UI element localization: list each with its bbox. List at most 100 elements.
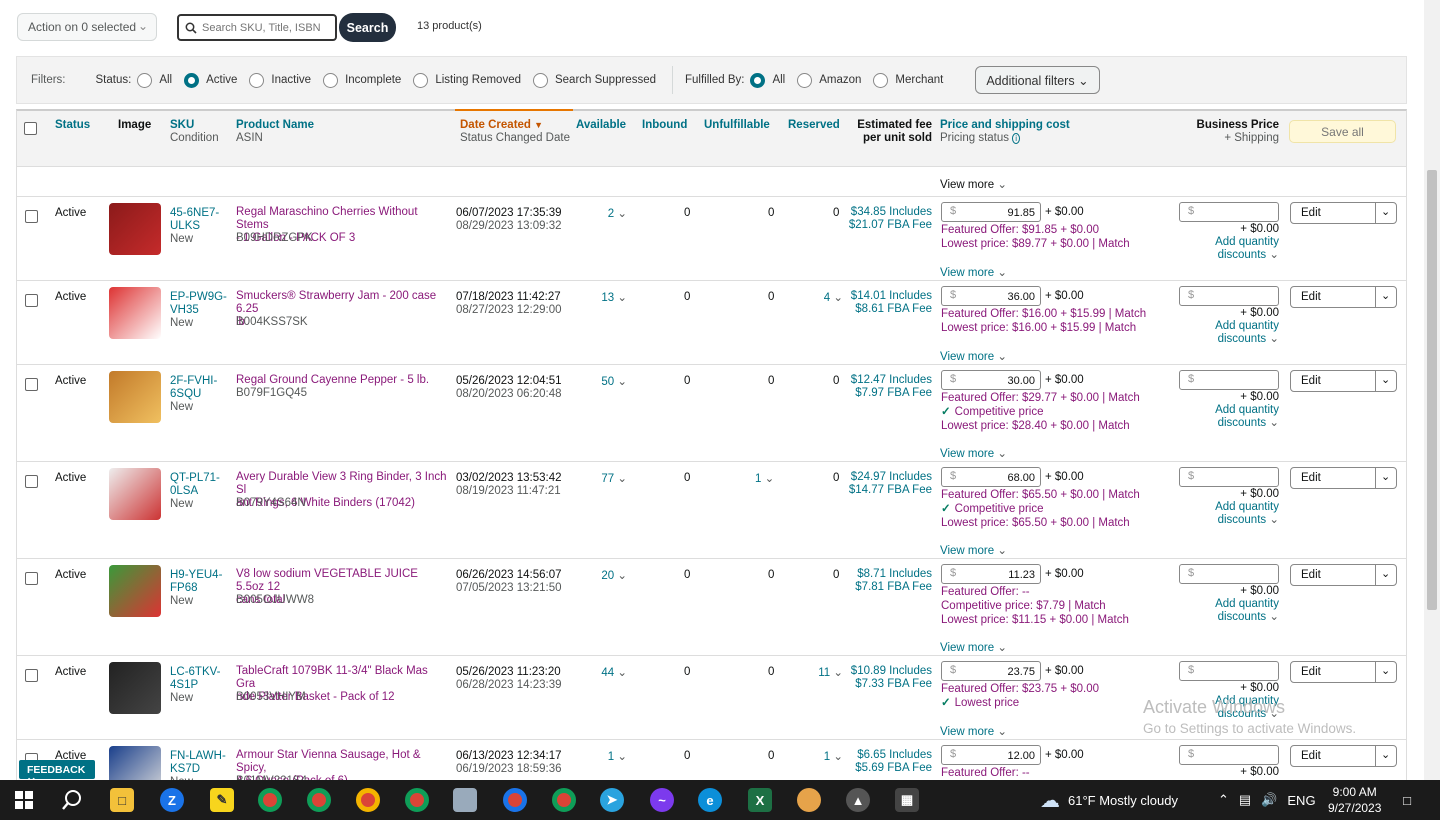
edit-menu-chevron-icon[interactable]: ⌄ [1381, 567, 1390, 580]
view-more-link[interactable]: View more ⌄ [940, 267, 1007, 280]
add-quantity-discounts-link[interactable]: Add quantity discounts ⌄ [1197, 501, 1279, 527]
zalo-icon[interactable]: Z [160, 788, 184, 812]
col-available[interactable]: Available [576, 119, 626, 132]
view-more-link[interactable]: View more ⌄ [940, 448, 1007, 461]
view-more-link[interactable]: View more ⌄ [940, 545, 1007, 558]
product-image[interactable] [109, 371, 161, 423]
search-icon[interactable] [60, 788, 84, 812]
chrome-profile-icon[interactable] [405, 788, 429, 812]
edit-button[interactable]: Edit ⌄ [1290, 467, 1397, 489]
business-price-input[interactable]: $ [1179, 202, 1279, 222]
price-input[interactable]: $12.00 [941, 745, 1041, 765]
view-more-link[interactable]: View more ⌄ [940, 726, 1007, 739]
available-qty[interactable]: 13 ⌄ [577, 292, 627, 305]
edit-menu-chevron-icon[interactable]: ⌄ [1381, 748, 1390, 761]
status-radio-incomplete[interactable]: Incomplete [323, 72, 401, 88]
add-quantity-discounts-link[interactable]: Add quantity discounts ⌄ [1197, 320, 1279, 346]
status-radio-inactive[interactable]: Inactive [249, 72, 311, 88]
edit-menu-chevron-icon[interactable]: ⌄ [1381, 289, 1390, 302]
add-quantity-discounts-link[interactable]: Add quantity discounts ⌄ [1197, 236, 1279, 262]
product-image[interactable] [109, 746, 161, 780]
business-price-input[interactable]: $ [1179, 661, 1279, 681]
edit-button[interactable]: Edit ⌄ [1290, 745, 1397, 767]
scrollbar-thumb[interactable] [1427, 170, 1437, 610]
sku-link[interactable]: FN-LAWH- KS7D [170, 750, 226, 776]
price-input[interactable]: $36.00 [941, 286, 1041, 306]
price-input[interactable]: $91.85 [941, 202, 1041, 222]
sku-link[interactable]: 2F-FVHI- 6SQU [170, 375, 217, 401]
col-product-name[interactable]: Product Name ASIN [236, 119, 314, 145]
search-input[interactable] [202, 21, 327, 34]
business-price-input[interactable]: $ [1179, 286, 1279, 306]
product-image[interactable] [109, 662, 161, 714]
bulk-action-dropdown[interactable]: Action on 0 selected ⌄ [17, 13, 157, 41]
page-scrollbar[interactable] [1424, 0, 1440, 780]
fulfilled-radio-all[interactable]: All [750, 72, 785, 88]
product-image[interactable] [109, 203, 161, 255]
row-checkbox[interactable] [25, 572, 38, 585]
col-price-shipping[interactable]: Price and shipping cost Pricing status i [940, 119, 1070, 145]
status-radio-search-suppressed[interactable]: Search Suppressed [532, 72, 656, 88]
row-checkbox[interactable] [25, 210, 38, 223]
photos-icon[interactable]: ▲ [846, 788, 870, 812]
weather-widget[interactable]: ☁ 61°F Mostly cloudy [1040, 780, 1178, 820]
network-icon[interactable]: ▤ [1239, 792, 1251, 808]
sku-link[interactable]: QT-PL71- 0LSA [170, 472, 220, 498]
sku-link[interactable]: EP-PW9G- VH35 [170, 291, 227, 317]
view-more-link[interactable]: View more ⌄ [940, 179, 1007, 192]
edit-button[interactable]: Edit ⌄ [1290, 564, 1397, 586]
edit-menu-chevron-icon[interactable]: ⌄ [1381, 470, 1390, 483]
chrome-icon[interactable] [258, 788, 282, 812]
chrome-profile-icon[interactable] [552, 788, 576, 812]
business-price-input[interactable]: $ [1179, 564, 1279, 584]
app-icon[interactable] [797, 788, 821, 812]
col-status[interactable]: Status [55, 119, 90, 132]
product-name-link[interactable]: Regal Ground Cayenne Pepper - 5 lb. [236, 374, 448, 387]
available-qty[interactable]: 77 ⌄ [577, 473, 627, 486]
search-field[interactable] [177, 14, 337, 41]
available-qty[interactable]: 1 ⌄ [577, 751, 627, 764]
col-date-created[interactable]: Date Created ▼ Status Changed Date [460, 119, 570, 145]
view-more-link[interactable]: View more ⌄ [940, 642, 1007, 655]
row-checkbox[interactable] [25, 378, 38, 391]
row-checkbox[interactable] [25, 294, 38, 307]
edit-menu-chevron-icon[interactable]: ⌄ [1381, 373, 1390, 386]
volume-icon[interactable]: 🔊 [1261, 792, 1277, 808]
search-button[interactable]: Search [339, 13, 396, 42]
clock[interactable]: 9:00 AM 9/27/2023 [1328, 780, 1381, 820]
app-icon[interactable] [453, 788, 477, 812]
sku-link[interactable]: 45-6NE7- ULKS [170, 207, 219, 233]
product-image[interactable] [109, 565, 161, 617]
col-inbound[interactable]: Inbound [642, 119, 687, 132]
telegram-icon[interactable]: ➤ [600, 788, 624, 812]
estimated-fee-link[interactable]: $34.85 Includes $21.07 FBA Fee [839, 206, 932, 232]
edit-menu-chevron-icon[interactable]: ⌄ [1381, 664, 1390, 677]
available-qty[interactable]: 50 ⌄ [577, 376, 627, 389]
fulfilled-radio-merchant[interactable]: Merchant [873, 72, 943, 88]
windows-start-icon[interactable] [12, 788, 36, 812]
available-qty[interactable]: 2 ⌄ [577, 208, 627, 221]
estimated-fee-link[interactable]: $10.89 Includes $7.33 FBA Fee [839, 665, 932, 691]
business-price-input[interactable]: $ [1179, 745, 1279, 765]
available-qty[interactable]: 44 ⌄ [577, 667, 627, 680]
price-input[interactable]: $23.75 [941, 661, 1041, 681]
chrome-profile-icon[interactable] [503, 788, 527, 812]
chrome-profile-icon[interactable] [307, 788, 331, 812]
estimated-fee-link[interactable]: $14.01 Includes $8.61 FBA Fee [839, 290, 932, 316]
sticky-notes-icon[interactable]: ✎ [210, 788, 234, 812]
row-checkbox[interactable] [25, 475, 38, 488]
status-radio-all[interactable]: All [137, 72, 172, 88]
file-explorer-icon[interactable]: □ [110, 788, 134, 812]
select-all-checkbox[interactable] [24, 122, 37, 135]
feedback-button[interactable]: FEEDBACK ✕ [19, 760, 95, 788]
messenger-icon[interactable]: ~ [650, 788, 674, 812]
price-input[interactable]: $11.23 [941, 564, 1041, 584]
notification-icon[interactable]: □ [1395, 788, 1419, 812]
calculator-icon[interactable]: ▦ [895, 788, 919, 812]
unfulfillable-qty[interactable]: 1 ⌄ [755, 473, 774, 486]
add-quantity-discounts-link[interactable]: Add quantity discounts ⌄ [1197, 404, 1279, 430]
status-radio-active[interactable]: Active [184, 72, 237, 88]
estimated-fee-link[interactable]: $8.71 Includes $7.81 FBA Fee [839, 568, 932, 594]
business-price-input[interactable]: $ [1179, 467, 1279, 487]
language-indicator[interactable]: ENG [1287, 793, 1315, 808]
